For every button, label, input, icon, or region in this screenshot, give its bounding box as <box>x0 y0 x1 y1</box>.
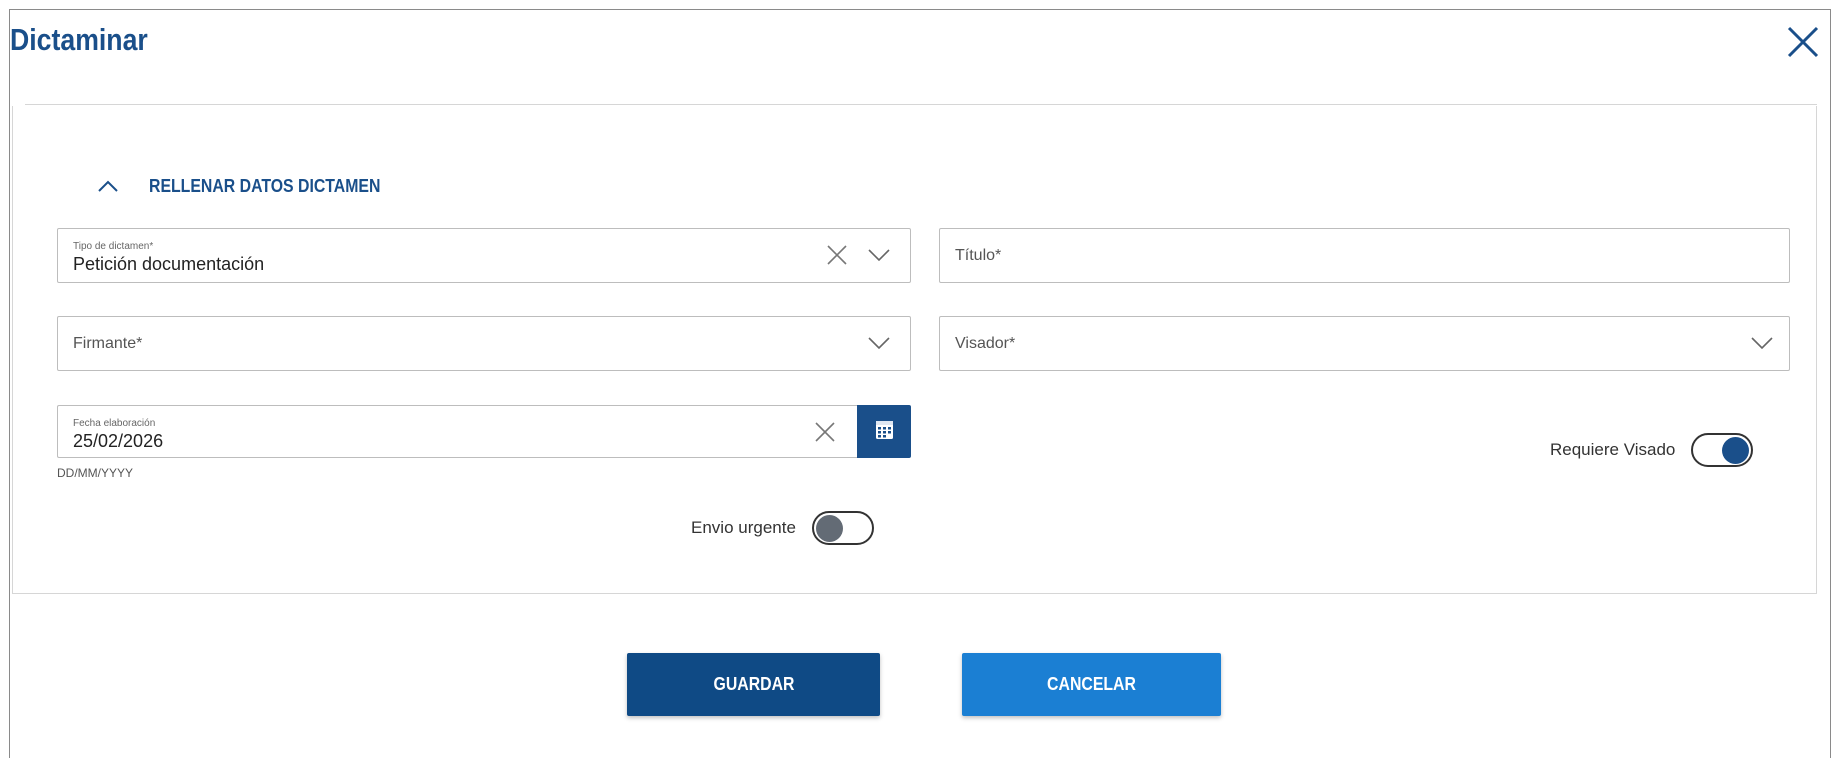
calendar-button[interactable] <box>857 405 911 458</box>
section-toggle-rellenar-datos[interactable]: RELLENAR DATOS DICTAMEN <box>97 170 412 202</box>
firmante-placeholder: Firmante* <box>73 335 143 352</box>
firmante-select[interactable]: Firmante* <box>57 316 911 371</box>
titulo-input[interactable]: Título* <box>939 228 1790 283</box>
chevron-up-icon <box>98 180 118 192</box>
fecha-label: Fecha elaboración <box>73 418 156 429</box>
cancel-button-label: CANCELAR <box>1047 674 1136 694</box>
fecha-elaboracion-input[interactable]: Fecha elaboración 25/02/2026 <box>57 405 859 458</box>
close-icon <box>1787 26 1819 58</box>
fecha-value: 25/02/2026 <box>73 431 164 451</box>
clear-icon[interactable] <box>812 419 838 445</box>
visador-placeholder: Visador* <box>955 335 1016 352</box>
envio-urgente-toggle[interactable] <box>811 511 874 545</box>
section-title: RELLENAR DATOS DICTAMEN <box>149 175 381 196</box>
requiere-visado-toggle[interactable] <box>1691 433 1754 467</box>
requiere-visado-label: Requiere Visado <box>1550 440 1676 459</box>
calendar-icon <box>876 421 893 439</box>
toggle-knob <box>815 515 843 542</box>
toggle-knob <box>1722 437 1750 464</box>
cancel-button[interactable]: CANCELAR <box>962 653 1221 716</box>
visador-select[interactable]: Visador* <box>939 316 1790 371</box>
tipo-dictamen-label: Tipo de dictamen* <box>73 241 154 252</box>
envio-urgente-row: Envio urgente <box>691 511 874 545</box>
dialog-title: Dictaminar <box>10 22 148 57</box>
fecha-format-hint: DD/MM/YYYY <box>57 466 134 480</box>
chevron-down-icon[interactable] <box>866 242 892 268</box>
requiere-visado-row: Requiere Visado <box>1550 433 1754 467</box>
close-button[interactable] <box>1781 20 1825 64</box>
save-button-label: GUARDAR <box>713 674 794 694</box>
save-button[interactable]: GUARDAR <box>627 653 880 716</box>
panel-top-divider <box>25 104 1817 105</box>
titulo-placeholder: Título* <box>955 247 1002 264</box>
chevron-down-icon[interactable] <box>866 330 892 356</box>
clear-icon[interactable] <box>824 242 850 268</box>
chevron-down-icon[interactable] <box>1749 330 1775 356</box>
tipo-dictamen-select[interactable]: Tipo de dictamen* Petición documentación <box>57 228 911 283</box>
tipo-dictamen-value: Petición documentación <box>73 254 265 274</box>
envio-urgente-label: Envio urgente <box>691 518 796 537</box>
